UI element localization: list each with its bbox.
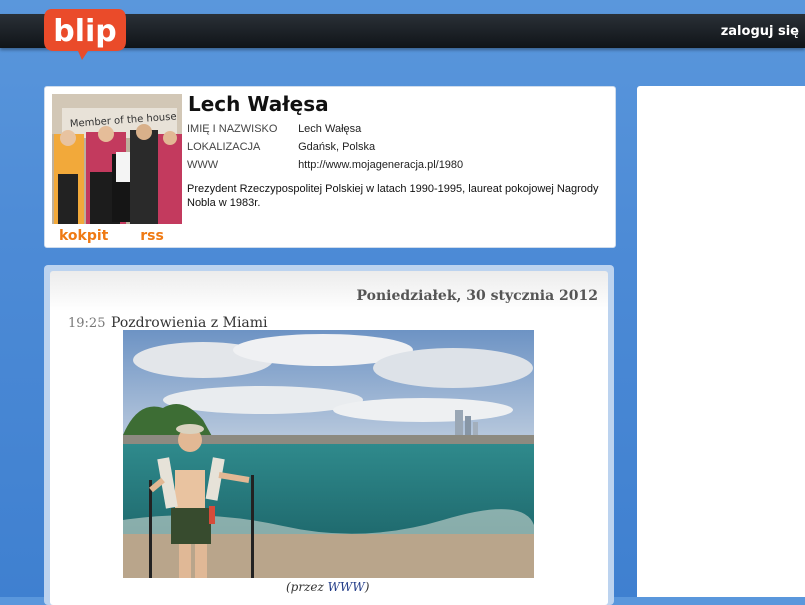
profile-bio: Prezydent Rzeczypospolitej Polskiej w la… bbox=[187, 183, 599, 209]
profile-photo[interactable]: Member of the house bbox=[52, 94, 182, 224]
via-prefix: (przez bbox=[286, 580, 328, 594]
field-value: Lech Wałęsa bbox=[298, 123, 362, 135]
sidebar-panel bbox=[637, 86, 805, 597]
rss-link[interactable]: rss bbox=[140, 228, 164, 244]
via-suffix: ) bbox=[364, 580, 370, 594]
post-source: (przez WWW) bbox=[286, 580, 369, 594]
via-www-link[interactable]: WWW bbox=[328, 580, 365, 594]
field-row-location: LOKALIZACJA Gdańsk, Polska bbox=[187, 140, 463, 158]
post-content: Poniedziałek, 30 stycznia 2012 19:25 Poz… bbox=[50, 271, 608, 605]
field-label: LOKALIZACJA bbox=[187, 141, 261, 153]
profile-name: Lech Wałęsa bbox=[188, 92, 329, 116]
field-label: WWW bbox=[187, 159, 219, 171]
post-card: Poniedziałek, 30 stycznia 2012 19:25 Poz… bbox=[44, 265, 614, 605]
www-link[interactable]: http://www.mojageneracja.pl/1980 bbox=[298, 159, 463, 171]
field-value: Gdańsk, Polska bbox=[298, 141, 376, 153]
post-photo[interactable] bbox=[123, 330, 534, 578]
profile-fields: IMIĘ I NAZWISKO Lech Wałęsa LOKALIZACJA … bbox=[187, 122, 463, 176]
post-date: Poniedziałek, 30 stycznia 2012 bbox=[356, 288, 599, 304]
field-label: IMIĘ I NAZWISKO bbox=[187, 123, 278, 135]
post-title[interactable]: Pozdrowienia z Miami bbox=[111, 315, 268, 331]
post-time: 19:25 bbox=[68, 316, 106, 331]
field-row-name: IMIĘ I NAZWISKO Lech Wałęsa bbox=[187, 122, 463, 140]
login-link[interactable]: zaloguj się bbox=[721, 24, 799, 39]
profile-links: kokpit rss bbox=[59, 227, 192, 244]
profile-card: Member of the house kokpit rss Lech Wałę… bbox=[44, 86, 616, 248]
field-row-www: WWW http://www.mojageneracja.pl/1980 bbox=[187, 158, 463, 176]
logo-text: blip bbox=[53, 14, 117, 49]
blip-logo[interactable]: blip bbox=[42, 5, 128, 61]
kokpit-link[interactable]: kokpit bbox=[59, 228, 108, 244]
